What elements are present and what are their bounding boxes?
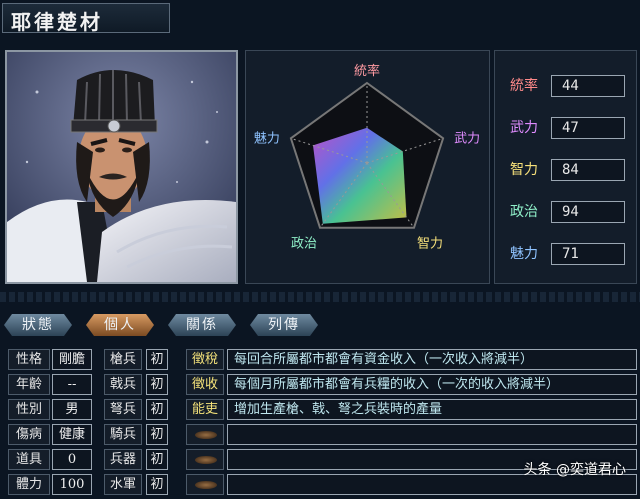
troop-value: 初 [146, 474, 168, 495]
skill-name[interactable]: 徵收 [186, 374, 224, 395]
stat-value: 44 [551, 75, 625, 97]
stat-label: 政治 [510, 204, 538, 220]
skill-description: 每回合所屬都市都會有資金收入（一次收入將減半） [227, 349, 637, 370]
ability-stats-panel: 統率 44 武力 47 智力 84 政治 94 魅力 71 [494, 50, 637, 284]
profile-value: 100 [52, 474, 92, 495]
stat-value: 71 [551, 243, 625, 265]
stat-row-war: 武力 47 [503, 117, 631, 139]
portrait-illustration [7, 52, 236, 282]
profile-label: 傷病 [8, 424, 50, 445]
section-divider [0, 292, 640, 302]
skill-name[interactable]: 徵稅 [186, 349, 224, 370]
troop-label: 弩兵 [104, 399, 142, 420]
skill-description: 每個月所屬都市都會有兵糧的收入（一次的收入將減半） [227, 374, 637, 395]
troop-value: 初 [146, 399, 168, 420]
profile-value: 健康 [52, 424, 92, 445]
skill-name[interactable]: 能吏 [186, 399, 224, 420]
stat-label: 統率 [510, 78, 538, 94]
radar-label-pol: 政治 [291, 237, 317, 252]
skill-slot-empty [186, 474, 224, 495]
skill-description [227, 424, 637, 445]
ability-radar-panel: 統率 武力 智力 政治 魅力 [245, 50, 490, 284]
skill-description: 增加生產槍、戟、弩之兵裝時的產量 [227, 399, 637, 420]
radar-label-lead: 統率 [354, 63, 380, 79]
troop-value: 初 [146, 449, 168, 470]
troop-value: 初 [146, 424, 168, 445]
profile-label: 體力 [8, 474, 50, 495]
ability-radar-chart: 統率 武力 智力 政治 魅力 [254, 63, 480, 252]
profile-label: 性格 [8, 349, 50, 370]
profile-label: 年齡 [8, 374, 50, 395]
stat-row-lead: 統率 44 [503, 75, 631, 97]
tab-personal[interactable]: 個人 [86, 314, 154, 336]
empty-slot-icon [195, 481, 217, 489]
watermark: 头条 @奕道君心 [523, 462, 626, 478]
tab-status[interactable]: 狀態 [4, 314, 72, 336]
troop-value: 初 [146, 349, 168, 370]
radar-label-chr: 魅力 [254, 131, 280, 146]
profile-label: 性別 [8, 399, 50, 420]
stat-value: 94 [551, 201, 625, 223]
troop-label: 騎兵 [104, 424, 142, 445]
officer-portrait [5, 50, 238, 284]
profile-value: 男 [52, 399, 92, 420]
tab-biography[interactable]: 列傳 [250, 314, 318, 336]
stat-row-chr: 魅力 71 [503, 243, 631, 265]
radar-label-int: 智力 [417, 237, 443, 252]
stat-row-pol: 政治 94 [503, 201, 631, 223]
troop-label: 水軍 [104, 474, 142, 495]
profile-value: 剛膽 [52, 349, 92, 370]
officer-name: 耶律楚材 [2, 3, 170, 34]
troop-value: 初 [146, 374, 168, 395]
empty-slot-icon [195, 456, 217, 464]
stat-label: 魅力 [510, 246, 538, 262]
profile-value: 0 [52, 449, 92, 470]
stat-value: 47 [551, 117, 625, 139]
troop-label: 兵器 [104, 449, 142, 470]
stat-label: 武力 [510, 120, 538, 136]
skill-slot-empty [186, 424, 224, 445]
radar-label-war: 武力 [454, 131, 480, 146]
empty-slot-icon [195, 431, 217, 439]
profile-value: -- [52, 374, 92, 395]
skill-slot-empty [186, 449, 224, 470]
troop-label: 槍兵 [104, 349, 142, 370]
profile-label: 道具 [8, 449, 50, 470]
stat-row-int: 智力 84 [503, 159, 631, 181]
stat-label: 智力 [510, 162, 538, 178]
tab-relations[interactable]: 關係 [168, 314, 236, 336]
stat-value: 84 [551, 159, 625, 181]
troop-label: 戟兵 [104, 374, 142, 395]
